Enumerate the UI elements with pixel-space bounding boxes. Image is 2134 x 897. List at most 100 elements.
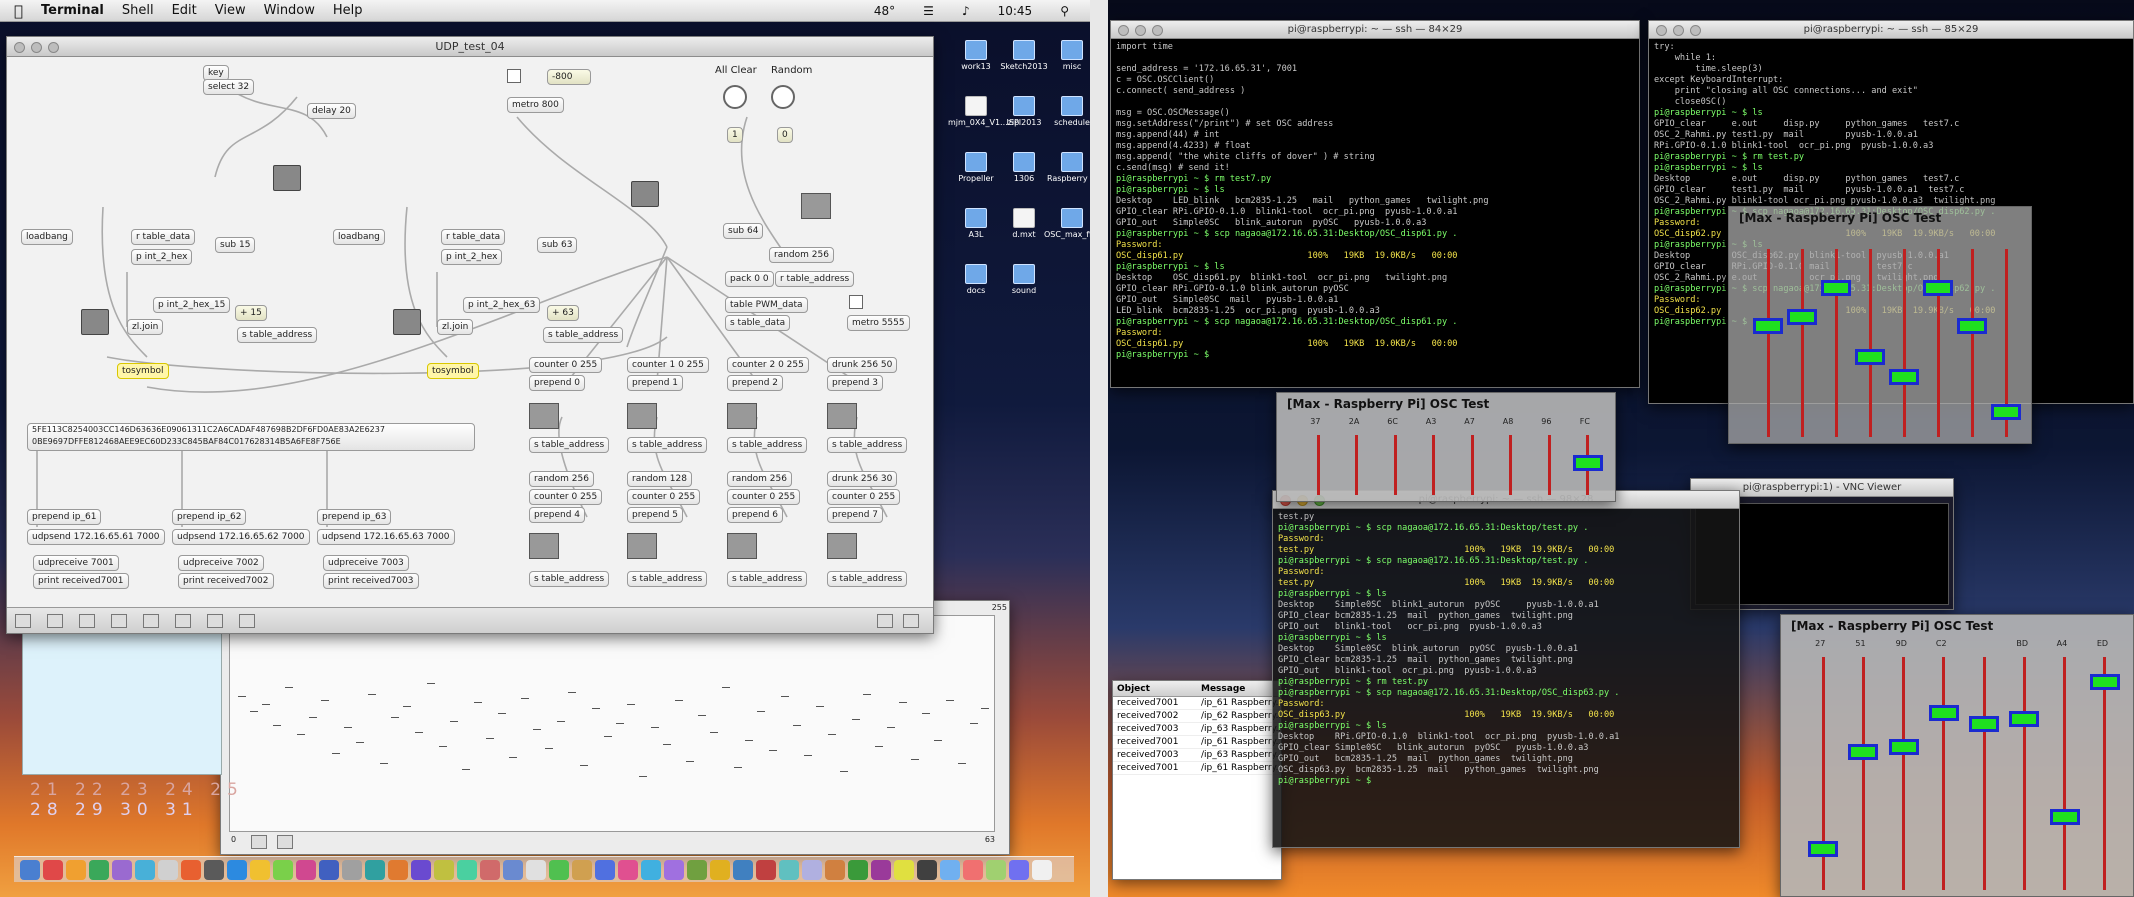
dock-app-icon[interactable] xyxy=(434,859,454,880)
prepend-ip-object[interactable]: prepend ip_62 xyxy=(172,509,247,525)
s-table-address-object[interactable]: s table_address xyxy=(827,437,908,453)
terminal-window-84x29[interactable]: pi@raspberrypi: ~ — ssh — 84×29 import t… xyxy=(1110,20,1640,388)
comment-icon[interactable] xyxy=(175,614,191,628)
prepend-object[interactable]: prepend 0 xyxy=(529,375,586,391)
all-clear-button[interactable] xyxy=(723,85,747,109)
print-object[interactable]: print received7003 xyxy=(323,573,419,589)
join-box-2[interactable] xyxy=(393,309,421,335)
slider-thumb[interactable] xyxy=(1923,279,1953,296)
toggle-icon[interactable] xyxy=(239,614,255,628)
dock-app-icon[interactable] xyxy=(664,859,684,880)
dock-app-icon[interactable] xyxy=(411,859,431,880)
counter-object[interactable]: counter 0 255 xyxy=(529,489,603,505)
terminal-3-output[interactable]: test.py pi@raspberrypi ~ $ scp nagaoa@17… xyxy=(1273,509,1739,790)
number-box-0[interactable]: 0 xyxy=(777,127,793,143)
random-object[interactable]: random 256 xyxy=(727,471,792,487)
max-patcher-window[interactable]: UDP_test_04 key select 32 delay 20 -800 … xyxy=(6,36,934,634)
table-pwm-object[interactable]: table PWM_data xyxy=(725,297,808,313)
minimize-button[interactable] xyxy=(1135,25,1146,36)
dock-app-icon[interactable] xyxy=(940,859,960,880)
prepend-ip-object[interactable]: prepend ip_61 xyxy=(27,509,102,525)
console-row[interactable]: received7002/ip_62 Raspberry... xyxy=(1113,710,1281,723)
s-table-address-object[interactable]: s table_address xyxy=(529,437,610,453)
counter-object[interactable]: counter 1 0 255 xyxy=(627,357,709,373)
dock-app-icon[interactable] xyxy=(618,859,638,880)
dock-app-icon[interactable] xyxy=(986,859,1006,880)
dock-app-icon[interactable] xyxy=(963,859,983,880)
gate-box-2[interactable] xyxy=(631,181,659,207)
lock-icon[interactable] xyxy=(15,614,31,628)
dock-app-icon[interactable] xyxy=(503,859,523,880)
terminal-1-titlebar[interactable]: pi@raspberrypi: ~ — ssh — 84×29 xyxy=(1111,21,1639,39)
spotlight-icon[interactable]: ⚲ xyxy=(1051,4,1078,18)
plus-63-object[interactable]: + 63 xyxy=(547,305,579,321)
counter-object[interactable]: counter 0 255 xyxy=(529,357,603,373)
dock-app-icon[interactable] xyxy=(296,859,316,880)
random-256-object-top[interactable]: random 256 xyxy=(769,247,834,263)
dock-app-icon[interactable] xyxy=(20,859,40,880)
join-box-1[interactable] xyxy=(81,309,109,335)
message-icon[interactable] xyxy=(143,614,159,628)
zl-join-2[interactable]: zl.join xyxy=(437,319,474,335)
slider-thumb[interactable] xyxy=(1889,369,1919,386)
hex-message-box[interactable]: 5FE113C8254003CC146D63636E09061311C2A6CA… xyxy=(27,423,475,451)
udpsend-object[interactable]: udpsend 172.16.65.61 7000 xyxy=(27,529,165,545)
menu-edit[interactable]: Edit xyxy=(163,3,206,18)
menu-window[interactable]: Window xyxy=(255,3,324,18)
dock-app-icon[interactable] xyxy=(204,859,224,880)
slider-thumb[interactable] xyxy=(1969,715,2000,732)
counter-slider[interactable] xyxy=(529,403,559,429)
slider-thumb[interactable] xyxy=(1888,739,1919,756)
dock-app-icon[interactable] xyxy=(779,859,799,880)
counter-slider[interactable] xyxy=(627,403,657,429)
inspector-icon[interactable] xyxy=(877,614,893,628)
r-table-data-1[interactable]: r table_data xyxy=(131,229,196,245)
new-object-icon[interactable] xyxy=(111,614,127,628)
int-to-hex-63[interactable]: p int_2_hex_63 xyxy=(463,297,541,313)
r-table-data-2[interactable]: r table_data xyxy=(441,229,506,245)
dock-app-icon[interactable] xyxy=(825,859,845,880)
random-slider[interactable] xyxy=(801,193,831,219)
number-box-1[interactable]: 1 xyxy=(727,127,743,143)
prepend-object[interactable]: prepend 3 xyxy=(827,375,884,391)
s-table-address-1[interactable]: s table_address xyxy=(237,327,318,343)
metro-800-object[interactable]: metro 800 xyxy=(507,97,564,113)
int-to-hex-15[interactable]: p int_2_hex_15 xyxy=(153,297,231,313)
grid-icon[interactable] xyxy=(79,614,95,628)
dock-app-icon[interactable] xyxy=(319,859,339,880)
prepend-object[interactable]: prepend 5 xyxy=(627,507,684,523)
button-icon[interactable] xyxy=(207,614,223,628)
random-object[interactable]: random 128 xyxy=(627,471,692,487)
dock-app-icon[interactable] xyxy=(181,859,201,880)
udpreceive-object[interactable]: udpreceive 7003 xyxy=(323,555,409,571)
osc-test-window-2[interactable]: [Max - Raspberry Pi] OSC Test xyxy=(1728,206,2032,444)
osc-test-window-3[interactable]: [Max - Raspberry Pi] OSC Test 27 51 9D C2 BD… xyxy=(1780,614,2134,897)
dock-app-icon[interactable] xyxy=(848,859,868,880)
dock-app-icon[interactable] xyxy=(388,859,408,880)
wifi-icon[interactable]: ☰ xyxy=(914,4,943,18)
counter-object[interactable]: counter 0 255 xyxy=(627,489,701,505)
dock-app-icon[interactable] xyxy=(595,859,615,880)
slider-thumb[interactable] xyxy=(2089,674,2120,691)
random-object[interactable]: drunk 256 30 xyxy=(827,471,898,487)
s-table-address-object[interactable]: s table_address xyxy=(627,437,708,453)
slider-thumb[interactable] xyxy=(1572,454,1603,471)
slider-thumb[interactable] xyxy=(1991,403,2021,420)
prepend-object[interactable]: prepend 7 xyxy=(827,507,884,523)
plot-window[interactable]: 255 0 63 xyxy=(220,600,1010,855)
close-button[interactable] xyxy=(1118,25,1129,36)
slider-thumb[interactable] xyxy=(1848,743,1879,760)
slider-thumb[interactable] xyxy=(1957,317,1987,334)
dock-app-icon[interactable] xyxy=(894,859,914,880)
udpsend-object[interactable]: udpsend 172.16.65.62 7000 xyxy=(172,529,310,545)
menu-help[interactable]: Help xyxy=(324,3,372,18)
clock[interactable]: 10:45 xyxy=(989,4,1042,18)
counter-slider[interactable] xyxy=(627,533,657,559)
counter-slider[interactable] xyxy=(827,533,857,559)
patcher-canvas[interactable]: key select 32 delay 20 -800 metro 800 Al… xyxy=(7,57,933,607)
console-icon[interactable] xyxy=(903,614,919,628)
zl-join-1[interactable]: zl.join xyxy=(127,319,164,335)
udpreceive-object[interactable]: udpreceive 7001 xyxy=(33,555,119,571)
dock-app-icon[interactable] xyxy=(342,859,362,880)
random-object[interactable]: random 256 xyxy=(529,471,594,487)
